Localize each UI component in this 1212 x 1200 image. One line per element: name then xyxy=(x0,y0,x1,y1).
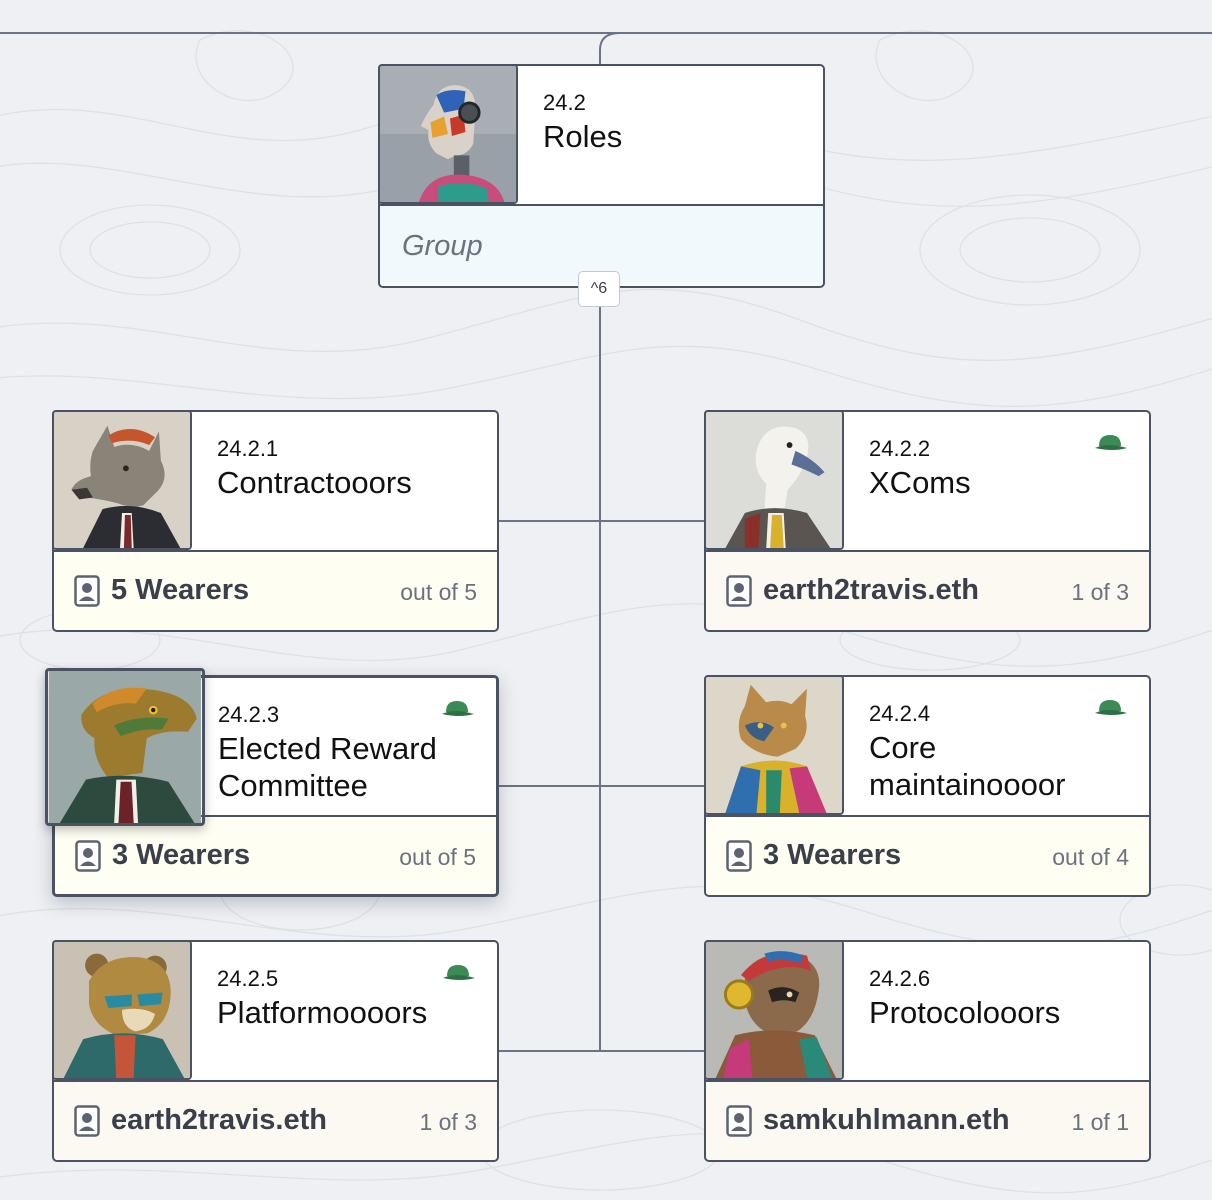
wearer-badge-icon xyxy=(74,1105,100,1137)
collapse-children-toggle[interactable]: ^6 xyxy=(578,271,620,307)
role-card[interactable]: 24.2.2 XComs earth2travis.eth 1 of 3 xyxy=(704,410,1151,632)
role-id: 24.2.4 xyxy=(869,701,931,726)
role-name: XComs xyxy=(869,465,971,500)
role-id: 24.2 xyxy=(543,90,586,115)
cap-icon xyxy=(1095,435,1127,450)
max-supply: out of 5 xyxy=(399,844,476,870)
wolf-portrait-avatar xyxy=(52,410,192,550)
bear-portrait-avatar xyxy=(52,940,192,1080)
max-supply: out of 4 xyxy=(1052,844,1129,870)
wearer-badge-icon xyxy=(726,1105,752,1137)
goose-portrait-avatar xyxy=(704,410,844,550)
max-supply: out of 5 xyxy=(400,579,477,605)
role-card[interactable]: 24.2.4 Core maintainoooor 3 Wearers out … xyxy=(704,675,1151,897)
role-card[interactable]: 24.2.6 Protocolooors samkuhlmann.eth 1 o… xyxy=(704,940,1151,1162)
wearer-name[interactable]: earth2travis.eth xyxy=(763,574,979,607)
robot-portrait-avatar xyxy=(378,64,518,204)
cap-icon xyxy=(442,701,474,716)
sloth-portrait-avatar xyxy=(704,940,844,1080)
supply-count: 1 of 3 xyxy=(419,1109,477,1135)
role-name: Contractooors xyxy=(217,465,412,500)
role-type-label: Group xyxy=(402,230,483,262)
role-id: 24.2.1 xyxy=(217,436,279,461)
role-id: 24.2.5 xyxy=(217,966,279,991)
role-name: Roles xyxy=(543,119,623,154)
role-name: Core maintainoooor xyxy=(869,730,1066,802)
wearers-count: 3 Wearers xyxy=(763,839,902,871)
wearer-name[interactable]: samkuhlmann.eth xyxy=(763,1104,1010,1137)
role-id: 24.2.3 xyxy=(218,702,280,727)
wearer-badge-icon xyxy=(726,840,752,872)
wearer-name[interactable]: earth2travis.eth xyxy=(111,1104,327,1137)
supply-count: 1 of 3 xyxy=(1071,579,1129,605)
role-name: Elected Reward Committee xyxy=(218,731,437,803)
role-id: 24.2.6 xyxy=(869,966,931,991)
role-card[interactable]: 24.2.1 Contractooors 5 Wearers out of 5 xyxy=(52,410,499,632)
wearers-count: 3 Wearers xyxy=(112,839,251,871)
role-name: Platformoooors xyxy=(217,995,428,1030)
wearer-badge-icon xyxy=(75,840,101,872)
iguana-portrait-avatar xyxy=(45,668,205,826)
cap-icon xyxy=(443,965,475,980)
supply-count: 1 of 1 xyxy=(1071,1109,1129,1135)
wearers-count: 5 Wearers xyxy=(111,574,250,606)
cat-portrait-avatar xyxy=(704,675,844,815)
wearer-badge-icon xyxy=(726,575,752,607)
role-card-root[interactable]: 24.2 Roles Group xyxy=(378,64,825,288)
cap-icon xyxy=(1095,700,1127,715)
role-card-selected[interactable]: 24.2.3 Elected Reward Committee 3 Wearer… xyxy=(45,668,499,897)
role-name: Protocolooors xyxy=(869,995,1061,1030)
role-id: 24.2.2 xyxy=(869,436,931,461)
role-card[interactable]: 24.2.5 Platformoooors earth2travis.eth 1… xyxy=(52,940,499,1162)
wearer-badge-icon xyxy=(74,575,100,607)
